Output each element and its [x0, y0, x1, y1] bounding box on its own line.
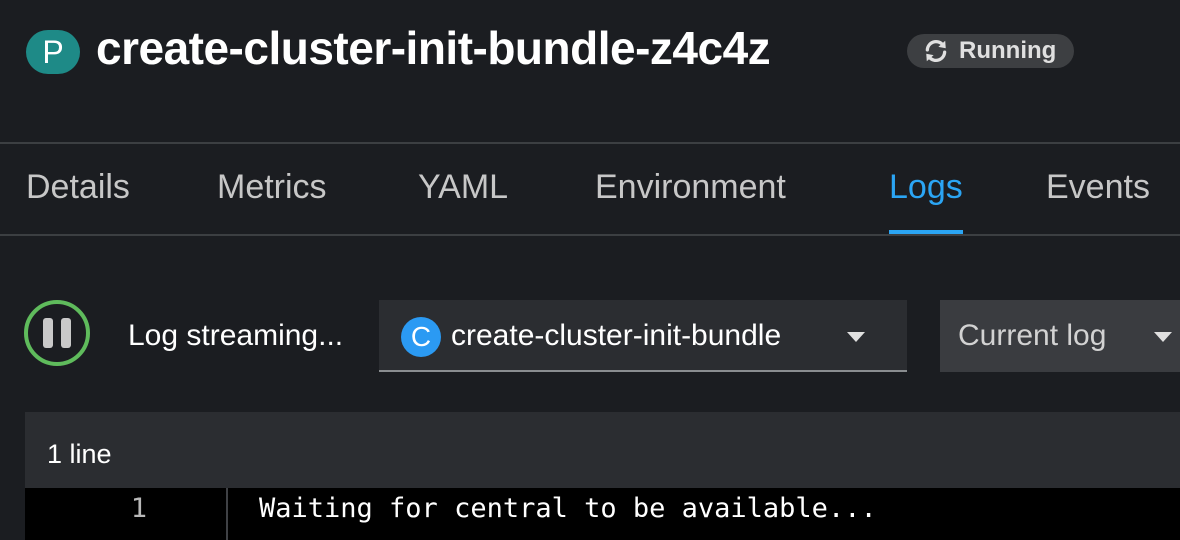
caret-down-icon — [847, 332, 865, 342]
tab-events[interactable]: Events — [1046, 144, 1150, 234]
log-line-text: Waiting for central to be available... — [259, 493, 877, 524]
log-type-select-value: Current log — [958, 319, 1107, 352]
status-text: Running — [959, 37, 1057, 64]
container-resource-badge: C — [401, 317, 441, 357]
log-streaming-status: Log streaming... — [128, 319, 344, 352]
page-header: P create-cluster-init-bundle-z4c4z Runni… — [0, 0, 1180, 142]
pause-streaming-button[interactable] — [24, 300, 90, 366]
container-select-value: create-cluster-init-bundle — [451, 319, 782, 352]
tabs-divider — [0, 234, 1180, 236]
caret-down-icon — [1154, 332, 1172, 342]
tab-details[interactable]: Details — [26, 144, 130, 234]
status-badge: Running — [907, 34, 1075, 68]
pod-logs-page: P create-cluster-init-bundle-z4c4z Runni… — [0, 0, 1180, 540]
log-gutter-divider — [226, 488, 228, 540]
sync-icon — [925, 40, 947, 62]
page-title: create-cluster-init-bundle-z4c4z — [96, 22, 771, 74]
log-type-select[interactable]: Current log — [940, 300, 1180, 372]
tab-yaml[interactable]: YAML — [418, 144, 508, 234]
tab-logs[interactable]: Logs — [889, 144, 963, 234]
container-select[interactable]: C create-cluster-init-bundle — [379, 300, 907, 372]
tab-environment[interactable]: Environment — [595, 144, 786, 234]
log-line-count: 1 line — [47, 439, 112, 469]
pause-icon — [43, 318, 71, 348]
log-line-number: 1 — [130, 493, 147, 524]
log-window-header: 1 line — [25, 412, 1180, 488]
pod-resource-badge: P — [26, 30, 80, 74]
tab-metrics[interactable]: Metrics — [217, 144, 327, 234]
log-window: 1 Waiting for central to be available... — [25, 488, 1180, 540]
tab-bar: Details Metrics YAML Environment Logs Ev… — [0, 144, 1180, 234]
